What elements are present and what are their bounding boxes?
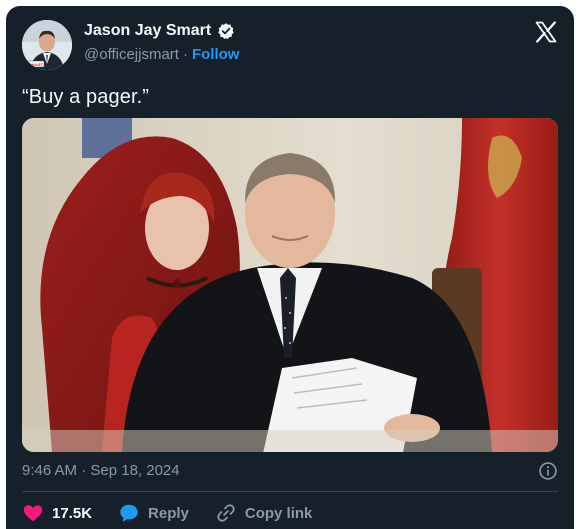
- info-icon[interactable]: [538, 461, 558, 481]
- divider: [22, 491, 558, 492]
- tweet-actions-bar: 17.5K Reply Copy link: [22, 502, 312, 524]
- reply-button[interactable]: Reply: [118, 502, 189, 524]
- tweet-media-photo[interactable]: [22, 118, 558, 452]
- tweet-text: “Buy a pager.”: [22, 86, 150, 108]
- like-button[interactable]: 17.5K: [22, 502, 92, 524]
- handle-separator: ·: [182, 46, 188, 63]
- author-display-name[interactable]: Jason Jay Smart: [84, 22, 211, 40]
- copy-link-button[interactable]: Copy link: [215, 502, 313, 524]
- x-logo-icon[interactable]: [534, 20, 558, 44]
- speech-bubble-icon: [120, 504, 138, 522]
- tweet-timestamp[interactable]: 9:46 AM · Sep 18, 2024: [22, 462, 180, 479]
- avatar-portrait: SMART: [22, 20, 72, 70]
- author-name-row: Jason Jay Smart: [84, 22, 235, 40]
- avatar-badge-text: SMART: [29, 62, 44, 67]
- link-icon: [217, 504, 235, 522]
- like-count: 17.5K: [52, 504, 93, 522]
- verified-badge-icon: [218, 23, 234, 40]
- tweet-card: SMART Jason Jay Smart @officejjsmart · F…: [6, 6, 574, 529]
- avatar[interactable]: SMART: [22, 20, 72, 70]
- reply-label: Reply: [148, 504, 189, 522]
- author-handle-row: @officejjsmart · Follow: [84, 46, 239, 63]
- photo-illustration: [22, 118, 558, 452]
- copy-link-label: Copy link: [244, 504, 313, 522]
- follow-button[interactable]: Follow: [192, 46, 240, 63]
- heart-icon: [23, 505, 43, 522]
- author-handle[interactable]: @officejjsmart: [84, 46, 179, 63]
